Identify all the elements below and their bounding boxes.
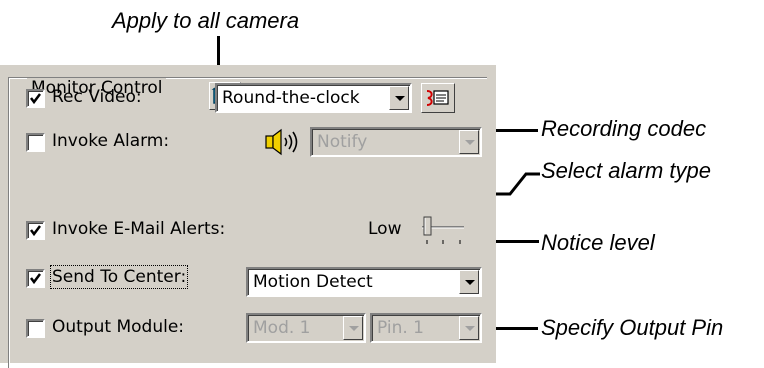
output-module-label: Output Module: xyxy=(52,317,184,337)
recording-codec-button[interactable] xyxy=(421,83,455,113)
output-module-checkbox[interactable] xyxy=(26,319,45,338)
rec-video-select-value: Round-the-clock xyxy=(222,88,360,108)
alarm-type-select[interactable]: Notify xyxy=(310,127,482,157)
rec-video-checkbox[interactable] xyxy=(26,89,45,108)
chevron-down-icon xyxy=(459,316,479,340)
output-pin-select-value: Pin. 1 xyxy=(377,318,424,338)
invoke-alarm-label: Invoke Alarm: xyxy=(52,131,170,151)
chevron-down-icon xyxy=(459,270,479,294)
chevron-down-icon xyxy=(343,316,363,340)
send-center-checkbox[interactable] xyxy=(26,269,45,288)
callout-notice-level: Notice level xyxy=(541,230,655,255)
email-alerts-label: Invoke E-Mail Alerts: xyxy=(52,219,226,239)
rec-video-label: Rec Video: xyxy=(52,87,142,107)
rec-video-select[interactable]: Round-the-clock xyxy=(215,83,412,113)
callout-output-pin: Specify Output Pin xyxy=(541,315,724,340)
row-output-module: Output Module: Mod. 1 Pin. 1 xyxy=(0,313,496,351)
chevron-down-icon xyxy=(459,130,479,154)
callout-alarm-type: Select alarm type xyxy=(541,158,711,183)
output-module-select-value: Mod. 1 xyxy=(253,318,311,338)
callout-recording-codec: Recording codec xyxy=(541,116,707,141)
send-center-select-value: Motion Detect xyxy=(253,272,373,292)
email-alerts-checkbox[interactable] xyxy=(26,221,45,240)
output-module-select[interactable]: Mod. 1 xyxy=(246,313,366,343)
chevron-down-icon xyxy=(389,86,409,110)
alarm-type-select-value: Notify xyxy=(317,132,368,152)
output-pin-select[interactable]: Pin. 1 xyxy=(370,313,482,343)
invoke-alarm-checkbox[interactable] xyxy=(26,133,45,152)
callout-apply-all: Apply to all camera xyxy=(112,8,300,33)
row-send-center: Send To Center: Motion Detect xyxy=(0,265,496,301)
notice-level-label: Low xyxy=(368,219,402,239)
codec-settings-icon xyxy=(426,90,449,106)
send-center-select[interactable]: Motion Detect xyxy=(246,267,482,297)
row-invoke-alarm: Invoke Alarm: Notify xyxy=(0,127,496,165)
row-email-alerts: Invoke E-Mail Alerts: Low xyxy=(0,215,496,253)
notice-level-slider[interactable] xyxy=(416,215,468,245)
monitor-control-panel: Monitor Control Rec Video: Round-the-clo… xyxy=(0,65,496,368)
row-rec-video: Rec Video: Round-the-clock xyxy=(0,83,496,121)
speaker-icon[interactable] xyxy=(262,128,304,156)
send-center-label: Send To Center: xyxy=(49,265,189,289)
